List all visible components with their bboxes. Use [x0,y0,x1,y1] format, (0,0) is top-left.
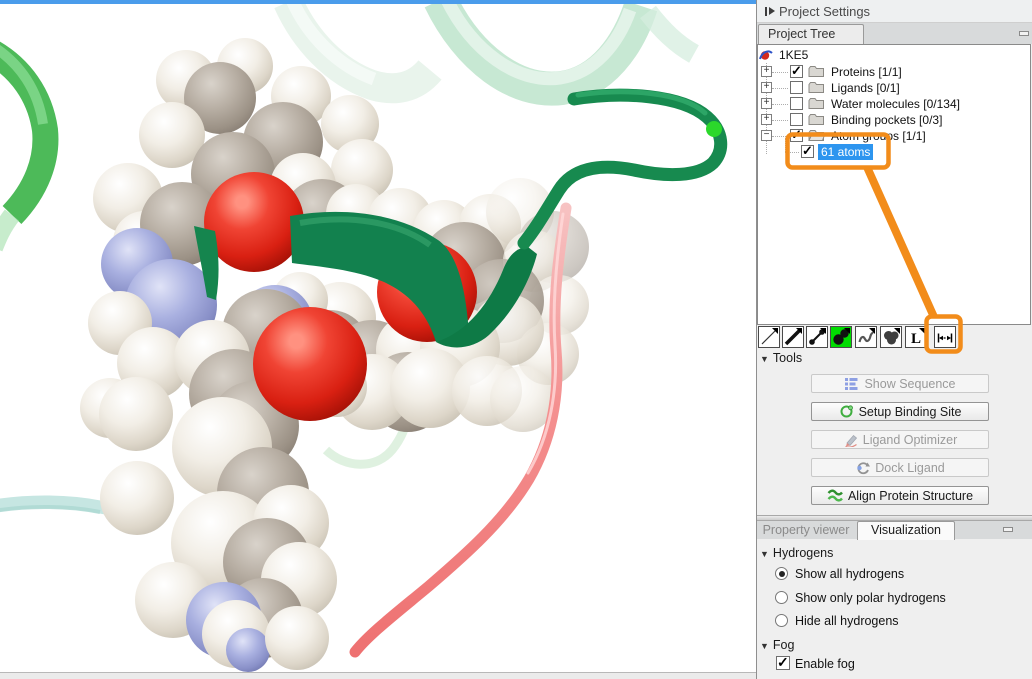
radio-show-all-hydrogens[interactable] [775,567,788,580]
tab-project-tree[interactable]: Project Tree [758,24,864,45]
tree-item-label[interactable]: Proteins [1/1] [831,64,902,80]
collapse-panel-icon[interactable] [765,6,775,17]
expand-toggle[interactable]: + [761,66,772,77]
panel-splitter-handle-icon[interactable] [1003,527,1013,532]
stick-icon[interactable] [782,326,804,348]
tree-row-water[interactable]: + Water molecules [0/134] [758,96,1028,112]
tab-visualization[interactable]: Visualization [857,521,955,540]
expand-toggle[interactable]: − [761,130,772,141]
dock-cycle-icon [855,460,870,475]
molecule-3d-scene[interactable] [0,0,756,672]
radio-label[interactable]: Show all hydrogens [795,567,904,582]
folder-icon [808,97,825,110]
tab-property-viewer[interactable]: Property viewer [759,521,853,539]
expand-toggle[interactable]: + [761,82,772,93]
tree-row-61-atoms[interactable]: ✓ 61 atoms [758,144,1028,160]
backbone-icon[interactable] [855,326,877,348]
setup-binding-site-button[interactable]: Setup Binding Site [811,402,989,421]
tree-item-label[interactable]: Atom groups [1/1] [831,128,926,144]
pencil-icon [843,432,858,447]
binding-site-icon [839,404,854,419]
project-tree[interactable]: 1KE5 + ✓ Proteins [1/1] + Ligands [0/1] … [757,44,1031,325]
panel-title: Project Settings [779,0,870,23]
checkbox[interactable]: ✓ [790,129,803,142]
panel-header: Project Settings [757,0,1032,23]
tree-item-label[interactable]: Binding pockets [0/3] [831,112,942,128]
folder-icon [808,113,825,126]
checkbox[interactable] [790,97,803,110]
distance-measure-icon[interactable] [934,326,956,348]
tools-section-header[interactable]: ▼Tools [760,351,802,365]
collapse-triangle-icon[interactable]: ▼ [760,641,769,651]
application-window: Project Settings Project Tree 1KE5 + ✓ P… [0,0,1032,679]
align-waves-icon [827,488,843,503]
collapse-triangle-icon[interactable]: ▼ [760,354,769,364]
checkbox[interactable] [790,81,803,94]
radio-label[interactable]: Hide all hydrogens [795,614,899,629]
expand-toggle[interactable]: + [761,114,772,125]
tree-row-ligands[interactable]: + Ligands [0/1] [758,80,1028,96]
hydrogens-section-header[interactable]: ▼Hydrogens [760,546,833,560]
project-settings-panel: Project Settings Project Tree 1KE5 + ✓ P… [756,0,1032,679]
tree-item-label[interactable]: Ligands [0/1] [831,80,900,96]
ligand-optimizer-button[interactable]: Ligand Optimizer [811,430,989,449]
panel-splitter-handle-icon[interactable] [1019,31,1029,36]
molecule-viewport[interactable] [0,0,756,679]
svg-text:L: L [911,331,921,347]
open-folder-icon [808,129,825,142]
ball-and-stick-icon[interactable] [806,326,828,348]
wireframe-icon[interactable] [758,326,780,348]
enable-fog-checkbox[interactable]: ✓ [776,656,790,670]
tree-item-label[interactable]: Water molecules [0/134] [831,96,960,112]
checkbox[interactable]: ✓ [801,145,814,158]
folder-icon [808,65,825,78]
radio-label[interactable]: Show only polar hydrogens [795,591,946,606]
space-filling-icon-active[interactable] [830,326,852,348]
checkbox[interactable] [790,113,803,126]
label-icon[interactable]: L [905,326,927,348]
dock-ligand-button[interactable]: Dock Ligand [811,458,989,477]
sequence-icon [844,376,859,391]
tree-root-row[interactable]: 1KE5 [758,47,1028,63]
align-protein-structure-button[interactable]: Align Protein Structure [811,486,989,505]
checkbox-label[interactable]: Enable fog [795,657,855,672]
surface-icon[interactable] [880,326,902,348]
show-sequence-button[interactable]: Show Sequence [811,374,989,393]
tree-row-atom-groups[interactable]: − ✓ Atom groups [1/1] [758,128,1028,144]
tree-row-binding-pockets[interactable]: + Binding pockets [0/3] [758,112,1028,128]
radio-show-only-polar-hydrogens[interactable] [775,591,788,604]
viewer-top-highlight [0,0,756,4]
tree-root-label[interactable]: 1KE5 [779,47,808,63]
folder-icon [808,81,825,94]
expand-toggle[interactable]: + [761,98,772,109]
radio-hide-all-hydrogens[interactable] [775,614,788,627]
space-filling-atoms-layer [80,38,589,672]
checkbox[interactable]: ✓ [790,65,803,78]
tree-child-label-selected[interactable]: 61 atoms [818,144,873,160]
tree-row-proteins[interactable]: + ✓ Proteins [1/1] [758,64,1028,80]
collapse-triangle-icon[interactable]: ▼ [760,549,769,559]
molecule-icon [759,47,774,62]
fog-section-header[interactable]: ▼Fog [760,638,794,652]
viewer-bottom-edge [0,672,756,679]
